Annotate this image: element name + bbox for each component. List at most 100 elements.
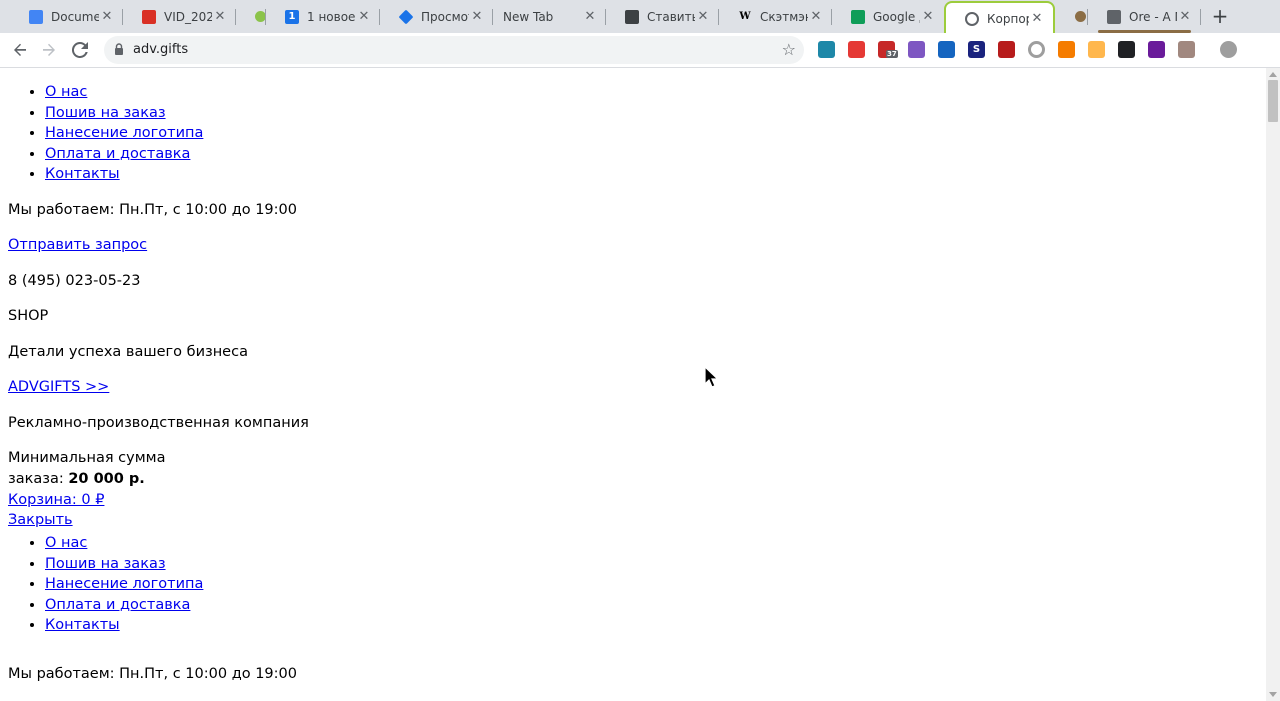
browser-tab[interactable]: Google Док✕ xyxy=(832,0,944,33)
nav-list-item: Нанесение логотипа xyxy=(45,123,1266,144)
address-bar[interactable]: adv.gifts ☆ xyxy=(104,36,804,64)
nav-link[interactable]: Нанесение логотипа xyxy=(45,576,203,592)
browser-toolbar: adv.gifts ☆ 37 S xyxy=(0,33,1280,68)
nav-link[interactable]: Контакты xyxy=(45,617,120,633)
nav-link[interactable]: Пошив на заказ xyxy=(45,556,166,572)
forward-button[interactable] xyxy=(37,38,61,62)
tab-close-icon[interactable]: ✕ xyxy=(356,9,372,25)
tab-close-icon[interactable]: ✕ xyxy=(99,9,115,25)
flag-icon[interactable] xyxy=(1148,41,1165,58)
dark-icon[interactable] xyxy=(998,41,1015,58)
extension-badge: 37 xyxy=(886,50,898,58)
nav-list-item: Контакты xyxy=(45,615,203,636)
nav-link[interactable]: Оплата и доставка xyxy=(45,597,190,613)
browser-tab[interactable]: W Скэтмэн Д✕ xyxy=(719,0,832,33)
tab-close-icon[interactable]: ✕ xyxy=(469,9,485,25)
document-icon xyxy=(29,9,43,24)
shield-icon[interactable]: 37 xyxy=(878,41,898,58)
tab-close-icon[interactable]: ✕ xyxy=(1029,11,1045,27)
back-button[interactable] xyxy=(8,38,32,62)
page-content: О нас Пошив на заказ Нанесение логотипа Опл… xyxy=(0,68,1266,701)
nav-link[interactable]: О нас xyxy=(45,84,87,100)
owl-icon[interactable] xyxy=(908,41,925,58)
nav-list-item: Нанесение логотипа xyxy=(45,574,203,595)
tab-separator xyxy=(1200,9,1201,25)
cart-link[interactable]: Корзина: 0 ₽ xyxy=(8,492,104,508)
close-link-wrap: Закрыть xyxy=(0,512,73,528)
browser-tab[interactable] xyxy=(236,0,266,33)
tab-title: 1 новое со xyxy=(307,9,356,24)
tab-title: Корпорат xyxy=(987,11,1029,26)
reload-icon xyxy=(72,42,88,58)
tab-title: Ore - A Mi xyxy=(1129,9,1177,24)
nav-list-item: О нас xyxy=(45,82,1266,103)
working-hours: Мы работаем: Пн.Пт, с 10:00 до 19:00 xyxy=(8,202,297,218)
profile-icon[interactable] xyxy=(1220,41,1237,58)
tab-close-icon[interactable]: ✕ xyxy=(1177,9,1193,25)
phone-number: 8 (495) 023-05-23 xyxy=(8,273,141,289)
min-order-amount: 20 000 р. xyxy=(68,471,145,487)
cart-link-wrap: Корзина: 0 ₽ xyxy=(0,492,104,508)
counter-icon: 1 xyxy=(285,9,299,24)
browser-tab[interactable]: Ставить ли✕ xyxy=(606,0,719,33)
circle-icon[interactable] xyxy=(1028,41,1045,58)
nav-link[interactable]: Нанесение логотипа xyxy=(45,125,203,141)
scroll-down-arrow-icon[interactable] xyxy=(1269,692,1277,697)
reload-button[interactable] xyxy=(68,38,92,62)
nav-list-item: Пошив на заказ xyxy=(45,554,203,575)
wikipedia-icon: W xyxy=(739,11,751,22)
close-link[interactable]: Закрыть xyxy=(8,512,73,528)
brand-link-wrap: ADVGIFTS >> xyxy=(0,379,109,395)
diamond-icon xyxy=(398,9,414,24)
browser-tab[interactable] xyxy=(1056,0,1088,33)
browser-tab[interactable]: Ore - A Mi✕ xyxy=(1088,0,1201,33)
chat-icon[interactable] xyxy=(818,41,835,58)
ore-icon xyxy=(1107,9,1121,24)
tab-close-icon[interactable]: ✕ xyxy=(695,9,711,25)
s-icon[interactable]: S xyxy=(968,41,985,58)
browser-tab[interactable]: New Tab ✕ xyxy=(493,0,606,33)
nav-list-item: Оплата и доставка xyxy=(45,595,203,616)
pip-icon[interactable] xyxy=(1118,41,1135,58)
bookmark-star-icon[interactable]: ☆ xyxy=(782,40,796,59)
tab-title: Ставить ли xyxy=(647,9,695,24)
browser-tab[interactable]: Document✕ xyxy=(10,0,123,33)
tab-title: New Tab xyxy=(503,9,554,24)
monitor-icon[interactable] xyxy=(938,41,955,58)
tab-title: Document xyxy=(51,9,99,24)
face-icon[interactable] xyxy=(1088,41,1105,58)
nav-link[interactable]: Оплата и доставка xyxy=(45,146,190,162)
url-text: adv.gifts xyxy=(133,42,189,57)
nav-list-item: Контакты xyxy=(45,164,1266,185)
nav-list-item: О нас xyxy=(45,533,203,554)
browser-tab[interactable]: 1 1 новое со✕ xyxy=(266,0,380,33)
advgifts-link[interactable]: ADVGIFTS >> xyxy=(8,379,109,395)
scroll-up-arrow-icon[interactable] xyxy=(1269,72,1277,77)
browser-tab[interactable]: Корпорат✕ xyxy=(944,1,1055,34)
browser-tab[interactable]: Просмотр✕ xyxy=(380,0,493,33)
browser-tab[interactable]: VID_2020061✕ xyxy=(123,0,236,33)
dog-icon[interactable] xyxy=(1178,41,1195,58)
adobe-icon[interactable] xyxy=(848,41,865,58)
tab-close-icon[interactable]: ✕ xyxy=(212,9,228,25)
nav-list-item: Оплата и доставка xyxy=(45,144,1266,165)
top-nav-menu: О нас Пошив на заказ Нанесение логотипа Опл… xyxy=(0,82,1266,185)
scroll-thumb[interactable] xyxy=(1268,80,1278,122)
shop-label: SHOP xyxy=(8,308,49,324)
back-arrow-icon xyxy=(14,43,26,56)
app-icon xyxy=(625,9,639,24)
page-scrollbar[interactable] xyxy=(1266,68,1280,701)
globe-icon xyxy=(965,11,979,26)
min-order-line2: заказа: 20 000 р. xyxy=(0,471,145,487)
nav-link[interactable]: Контакты xyxy=(45,166,120,182)
send-request-link[interactable]: Отправить запрос xyxy=(8,237,147,253)
tab-close-icon[interactable]: ✕ xyxy=(582,9,598,25)
new-tab-button[interactable]: + xyxy=(1209,5,1231,27)
nav-link[interactable]: О нас xyxy=(45,535,87,551)
working-hours-repeat: Мы работаем: Пн.Пт, с 10:00 до 19:00 xyxy=(8,666,297,682)
nav-link[interactable]: Пошив на заказ xyxy=(45,105,166,121)
tab-close-icon[interactable]: ✕ xyxy=(808,9,824,25)
request-link-wrap: Отправить запрос xyxy=(0,237,147,253)
fox-icon[interactable] xyxy=(1058,41,1075,58)
tab-close-icon[interactable]: ✕ xyxy=(920,9,936,25)
